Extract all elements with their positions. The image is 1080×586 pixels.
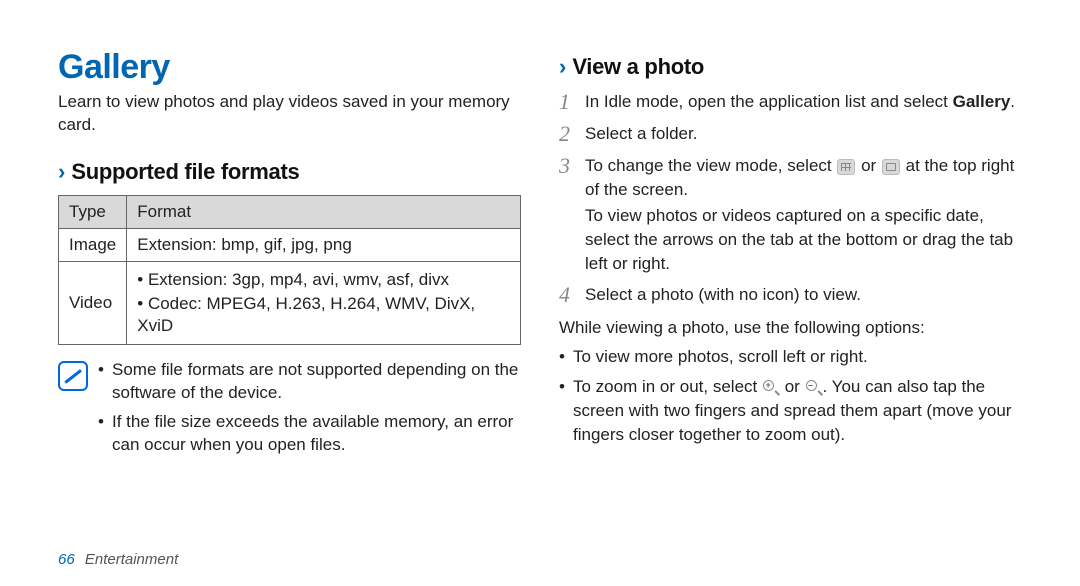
step-2: 2 Select a folder. xyxy=(559,122,1022,146)
step-bold: Gallery xyxy=(953,92,1011,111)
step-4: 4 Select a photo (with no icon) to view. xyxy=(559,283,1022,307)
subheading-text: Supported file formats xyxy=(71,159,299,185)
cell-type-image: Image xyxy=(59,228,127,261)
page-title: Gallery xyxy=(58,48,521,87)
step-number: 4 xyxy=(559,283,577,307)
step-body: To change the view mode, select or at th… xyxy=(585,154,1022,275)
step-1: 1 In Idle mode, open the application lis… xyxy=(559,90,1022,114)
note-item: If the file size exceeds the available m… xyxy=(98,411,521,457)
after-steps-text: While viewing a photo, use the following… xyxy=(559,316,1022,340)
options-list: To view more photos, scroll left or righ… xyxy=(559,345,1022,446)
step-body: Select a folder. xyxy=(585,122,1022,146)
chevron-icon: › xyxy=(58,161,65,183)
step-number: 3 xyxy=(559,154,577,275)
subheading-text: View a photo xyxy=(572,54,704,80)
left-column: Gallery Learn to view photos and play vi… xyxy=(58,48,521,463)
step-text: Select a photo (with no icon) to view. xyxy=(585,285,861,304)
step-text: . xyxy=(1010,92,1015,111)
grid-view-icon xyxy=(837,159,855,175)
zoom-out-icon: – xyxy=(806,380,822,396)
step-number: 2 xyxy=(559,122,577,146)
option-item: To view more photos, scroll left or righ… xyxy=(559,345,1022,369)
step-body: In Idle mode, open the application list … xyxy=(585,90,1022,114)
section-name: Entertainment xyxy=(85,551,178,568)
step-text: or xyxy=(856,156,881,175)
step-text: To change the view mode, select xyxy=(585,156,836,175)
step-text: Select a folder. xyxy=(585,124,697,143)
page-footer: 66 Entertainment xyxy=(58,551,178,568)
table-row: Image Extension: bmp, gif, jpg, png xyxy=(59,228,521,261)
page-number: 66 xyxy=(58,551,75,568)
rect-view-icon xyxy=(882,159,900,175)
th-type: Type xyxy=(59,195,127,228)
subheading-view-photo: › View a photo xyxy=(559,54,1022,80)
step-body: Select a photo (with no icon) to view. xyxy=(585,283,1022,307)
right-column: › View a photo 1 In Idle mode, open the … xyxy=(559,48,1022,463)
th-format: Format xyxy=(127,195,521,228)
cell-type-video: Video xyxy=(59,261,127,344)
cell-format-video: Extension: 3gp, mp4, avi, wmv, asf, divx… xyxy=(127,261,521,344)
step-text: In Idle mode, open the application list … xyxy=(585,92,953,111)
step-3: 3 To change the view mode, select or at … xyxy=(559,154,1022,275)
table-header-row: Type Format xyxy=(59,195,521,228)
option-item: To zoom in or out, select + or –. You ca… xyxy=(559,375,1022,446)
subheading-supported-formats: › Supported file formats xyxy=(58,159,521,185)
option-text: To zoom in or out, select xyxy=(573,377,762,396)
step-extra-paragraph: To view photos or videos captured on a s… xyxy=(585,204,1022,275)
zoom-in-icon: + xyxy=(763,380,779,396)
note-block: Some file formats are not supported depe… xyxy=(58,359,521,463)
note-icon xyxy=(58,361,88,391)
file-formats-table: Type Format Image Extension: bmp, gif, j… xyxy=(58,195,521,345)
option-text: or xyxy=(780,377,805,396)
cell-format-image: Extension: bmp, gif, jpg, png xyxy=(127,228,521,261)
intro-text: Learn to view photos and play videos sav… xyxy=(58,91,521,137)
video-format-item: Codec: MPEG4, H.263, H.264, WMV, DivX, X… xyxy=(137,292,510,338)
note-item: Some file formats are not supported depe… xyxy=(98,359,521,405)
table-row: Video Extension: 3gp, mp4, avi, wmv, asf… xyxy=(59,261,521,344)
step-number: 1 xyxy=(559,90,577,114)
note-list: Some file formats are not supported depe… xyxy=(98,359,521,463)
chevron-icon: › xyxy=(559,56,566,78)
video-format-item: Extension: 3gp, mp4, avi, wmv, asf, divx xyxy=(137,268,510,292)
